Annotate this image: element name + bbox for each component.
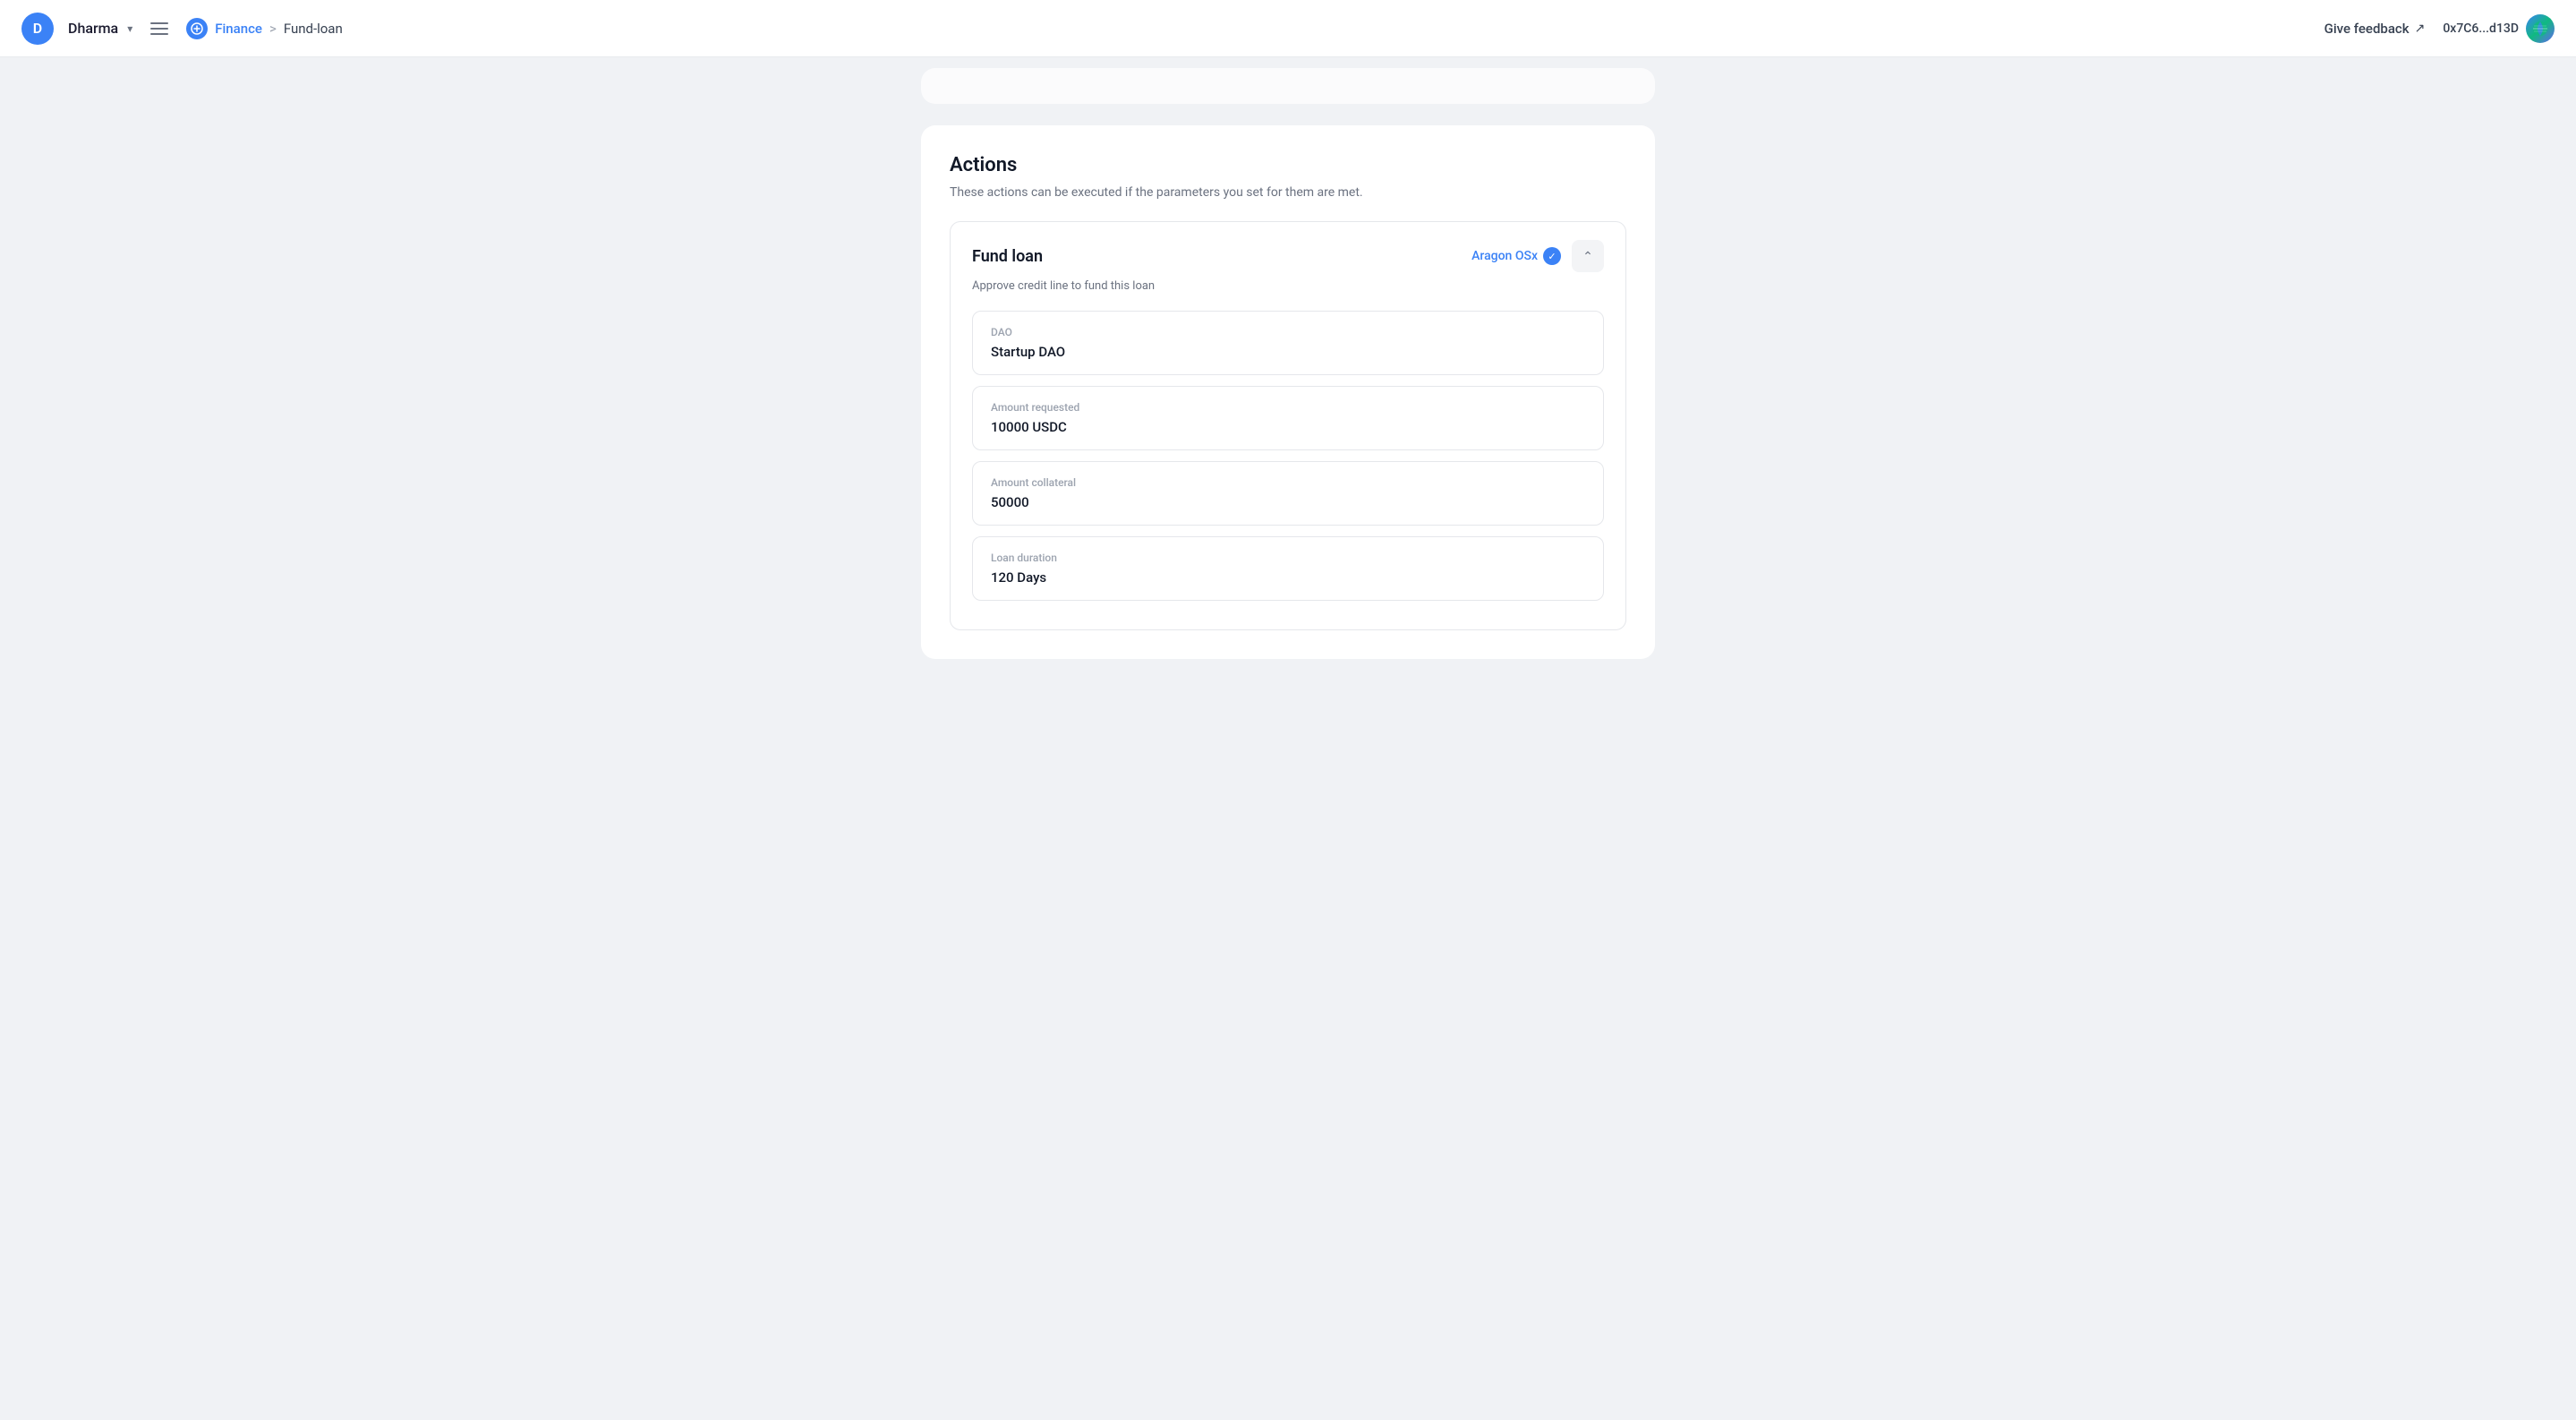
dao-label: DAO — [991, 326, 1585, 338]
aragon-badge: Aragon OSx ✓ — [1471, 247, 1561, 265]
page-scroll: Actions These actions can be executed if… — [0, 57, 2576, 702]
breadcrumb-current-page: Fund-loan — [284, 21, 343, 37]
aragon-osx-label: Aragon OSx — [1471, 249, 1538, 263]
org-name: Dharma — [68, 20, 118, 37]
wallet-address-text: 0x7C6...d13D — [2443, 21, 2519, 36]
top-navbar: D Dharma ▾ Finance > Fund-loan — [0, 0, 2576, 57]
collapse-button[interactable]: ⌃ — [1572, 240, 1604, 272]
finance-label: Finance — [215, 21, 262, 37]
amount-collateral-label: Amount collateral — [991, 476, 1585, 489]
fund-loan-header: Fund loan Aragon OSx ✓ ⌃ — [972, 240, 1604, 272]
breadcrumb-separator: > — [269, 21, 277, 37]
wallet-address[interactable]: 0x7C6...d13D — [2443, 14, 2555, 43]
amount-requested-label: Amount requested — [991, 401, 1585, 414]
navbar-right: Give feedback ↗ 0x7C6...d13D — [2324, 14, 2555, 43]
fund-loan-header-right: Aragon OSx ✓ ⌃ — [1471, 240, 1604, 272]
amount-collateral-value: 50000 — [991, 494, 1585, 510]
faded-top-card — [921, 68, 1655, 104]
loan-duration-label: Loan duration — [991, 552, 1585, 564]
give-feedback-label: Give feedback — [2324, 21, 2410, 37]
actions-title: Actions — [950, 154, 1626, 176]
finance-icon — [186, 18, 208, 39]
amount-requested-field: Amount requested 10000 USDC — [972, 386, 1604, 450]
org-selector[interactable]: Dharma ▾ — [68, 20, 132, 37]
amount-collateral-field: Amount collateral 50000 — [972, 461, 1604, 526]
avatar-letter: D — [33, 20, 42, 37]
fund-loan-card: Fund loan Aragon OSx ✓ ⌃ Approve credit … — [950, 221, 1626, 630]
external-link-icon: ↗ — [2415, 21, 2426, 36]
breadcrumb-finance-link[interactable]: Finance — [186, 18, 262, 39]
fund-loan-title: Fund loan — [972, 247, 1043, 266]
dao-value: Startup DAO — [991, 344, 1585, 360]
loan-duration-value: 120 Days — [991, 569, 1585, 586]
menu-icon[interactable] — [147, 19, 172, 38]
avatar[interactable]: D — [21, 13, 54, 45]
give-feedback-button[interactable]: Give feedback ↗ — [2324, 21, 2426, 37]
globe-icon — [2526, 14, 2555, 43]
actions-subtitle: These actions can be executed if the par… — [950, 185, 1626, 200]
actions-card: Actions These actions can be executed if… — [921, 125, 1655, 659]
dropdown-arrow-icon: ▾ — [127, 22, 132, 35]
main-content: Actions These actions can be executed if… — [885, 104, 1691, 702]
navbar-left: D Dharma ▾ Finance > Fund-loan — [21, 13, 343, 45]
dao-field: DAO Startup DAO — [972, 311, 1604, 375]
chevron-up-icon: ⌃ — [1582, 249, 1593, 264]
loan-duration-field: Loan duration 120 Days — [972, 536, 1604, 601]
breadcrumb: Finance > Fund-loan — [186, 18, 343, 39]
fund-loan-description: Approve credit line to fund this loan — [972, 279, 1604, 293]
amount-requested-value: 10000 USDC — [991, 419, 1585, 435]
verified-check-icon: ✓ — [1543, 247, 1561, 265]
